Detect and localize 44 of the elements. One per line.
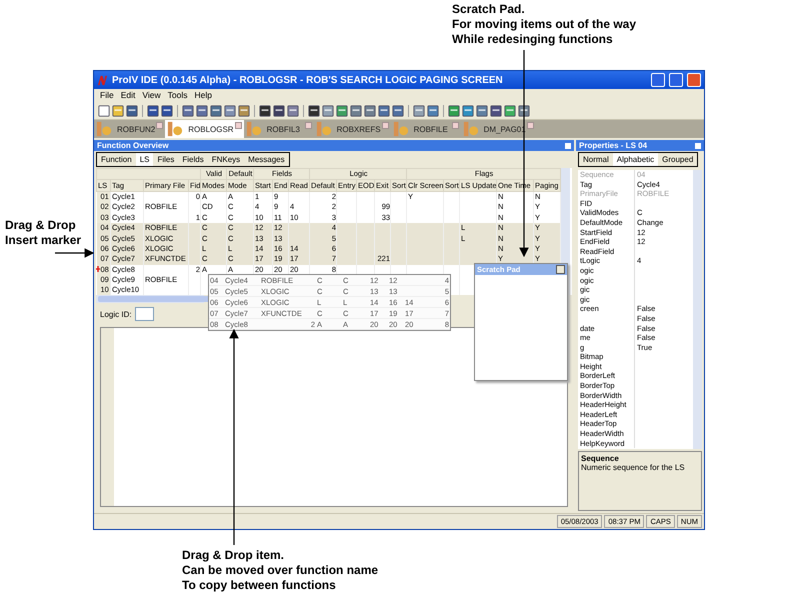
tab[interactable]: Function — [97, 153, 136, 166]
window-title: ProIV IDE (0.0.145 Alpha) - ROBLOGSR - ROB'S SEARCH LOGIC PAGING SCREEN — [112, 74, 504, 86]
document-tab[interactable]: ROBFUN2 — [94, 120, 166, 138]
document-tab[interactable]: ROBXREFS — [314, 120, 391, 138]
tab[interactable]: Normal — [579, 153, 613, 166]
vertical-scrollbar[interactable] — [693, 170, 702, 449]
close-button[interactable] — [687, 73, 701, 87]
document-tab[interactable]: ROBLOGSR — [165, 120, 244, 138]
annotation-text: Scratch Pad. For moving items out of the way While redesinging functions — [452, 2, 636, 47]
insert-marker-icon — [96, 266, 100, 272]
annotation-text: Drag & Drop Insert marker — [5, 218, 82, 248]
panel-title: Function Overview — [97, 141, 169, 150]
app-logo-icon — [97, 74, 108, 86]
close-icon[interactable] — [556, 265, 565, 274]
tab[interactable]: Fields — [178, 153, 208, 166]
module-icon — [246, 121, 262, 137]
menu-item[interactable]: Edit — [120, 90, 136, 101]
field-label: Logic ID: — [100, 310, 132, 318]
panel-title: Properties - LS 04 — [579, 141, 648, 150]
arrow — [55, 248, 94, 258]
tab[interactable]: Grouped — [658, 153, 698, 166]
pin-icon[interactable] — [565, 142, 571, 148]
menu-item[interactable]: Help — [194, 90, 212, 101]
menu-item[interactable]: Tools — [168, 90, 188, 101]
menu-item[interactable]: File — [100, 90, 114, 101]
module-icon — [316, 121, 332, 137]
module-icon — [392, 121, 409, 137]
tab[interactable]: Messages — [244, 153, 289, 166]
minimize-button[interactable] — [651, 73, 665, 87]
document-tab[interactable]: ROBFIL3 — [244, 120, 314, 138]
tab[interactable]: LS — [136, 153, 154, 166]
tab[interactable]: FNKeys — [208, 153, 244, 166]
document-tab[interactable]: ROBFILE — [390, 120, 461, 138]
logic-id-field[interactable] — [134, 307, 154, 321]
maximize-button[interactable] — [669, 73, 683, 87]
menu-item[interactable]: View — [142, 90, 161, 101]
module-icon — [96, 121, 112, 137]
module-icon — [462, 121, 479, 137]
tab[interactable]: Files — [153, 153, 178, 166]
annotation-text: Drag & Drop item. Can be moved over function name To copy between functions — [182, 548, 378, 593]
description-title: Sequence — [581, 454, 620, 463]
description-text: Numeric sequence for the LS — [581, 463, 685, 472]
module-icon — [167, 121, 184, 137]
close-icon[interactable] — [695, 142, 701, 148]
